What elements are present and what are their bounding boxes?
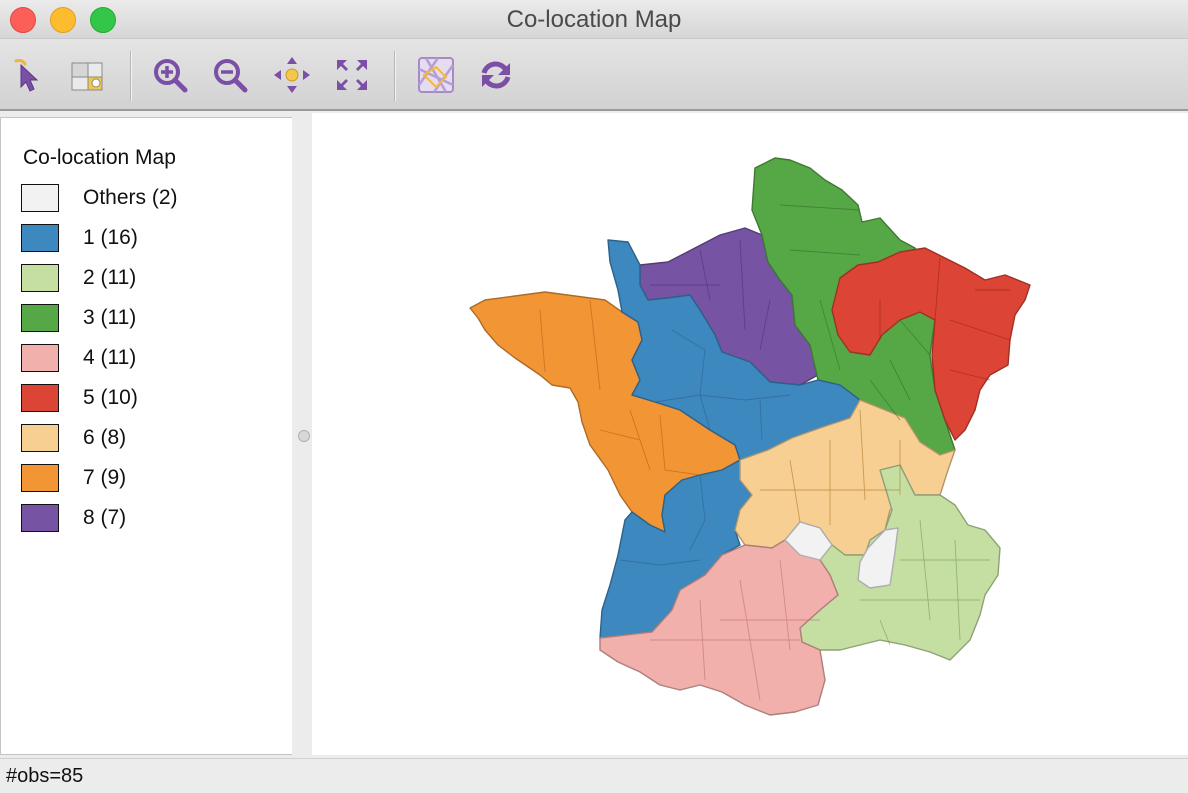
legend-label: Others (2): [83, 186, 178, 209]
fit-to-window-button[interactable]: [332, 55, 372, 95]
toolbar: [0, 39, 1188, 111]
legend-swatch: [21, 464, 59, 492]
legend-swatch: [21, 384, 59, 412]
pan-icon: [274, 57, 310, 93]
observation-count: #obs=85: [6, 765, 84, 787]
legend-label: 8 (7): [83, 506, 127, 529]
window-title: Co-location Map: [506, 6, 682, 33]
toolbar-separator: [394, 51, 396, 101]
legend-swatch: [21, 504, 59, 532]
legend-label: 4 (11): [83, 346, 137, 369]
legend-swatch: [21, 184, 59, 212]
legend-swatch: [21, 304, 59, 332]
legend-item-2[interactable]: 2 (11): [21, 264, 281, 294]
legend-item-7[interactable]: 7 (9): [21, 464, 281, 494]
fit-extent-icon: [337, 60, 367, 90]
legend-swatch: [21, 424, 59, 452]
title-bar: Co-location Map: [0, 0, 1188, 39]
pan-button[interactable]: [272, 55, 312, 95]
legend-item-others[interactable]: Others (2): [21, 184, 281, 214]
legend-item-6[interactable]: 6 (8): [21, 424, 281, 454]
legend-item-1[interactable]: 1 (16): [21, 224, 281, 254]
selection-tool-button[interactable]: [68, 55, 108, 95]
legend-item-5[interactable]: 5 (10): [21, 384, 281, 414]
toolbar-separator: [130, 51, 132, 101]
splitter-grip[interactable]: [298, 430, 310, 442]
basemap-icon: [417, 57, 455, 93]
refresh-icon: [481, 61, 511, 89]
legend-label: 7 (9): [83, 466, 127, 489]
legend-swatch: [21, 344, 59, 372]
select-shapes-icon: [71, 62, 103, 91]
legend-label: 1 (16): [83, 226, 138, 249]
basemap-button[interactable]: [416, 55, 456, 95]
zoom-in-icon: [154, 59, 188, 93]
status-bar: #obs=85: [0, 758, 1188, 793]
refresh-button[interactable]: [476, 55, 516, 95]
legend-label: 5 (10): [83, 386, 138, 409]
pointer-icon: [14, 58, 39, 92]
legend-item-3[interactable]: 3 (11): [21, 304, 281, 334]
legend-label: 2 (11): [83, 266, 137, 289]
legend-title: Co-location Map: [23, 146, 176, 169]
legend-label: 3 (11): [83, 306, 137, 329]
legend-swatch: [21, 224, 59, 252]
zoom-in-button[interactable]: [150, 55, 190, 95]
legend-label: 6 (8): [83, 426, 127, 449]
legend-item-8[interactable]: 8 (7): [21, 504, 281, 534]
france-map: [469, 157, 1031, 716]
zoom-out-icon: [214, 59, 248, 93]
legend-panel: Co-location Map Others (2) 1 (16) 2 (11)…: [0, 117, 293, 755]
select-tool-button[interactable]: [8, 55, 48, 95]
legend-item-4[interactable]: 4 (11): [21, 344, 281, 374]
legend-swatch: [21, 264, 59, 292]
zoom-out-button[interactable]: [210, 55, 250, 95]
map-canvas[interactable]: [312, 113, 1188, 755]
